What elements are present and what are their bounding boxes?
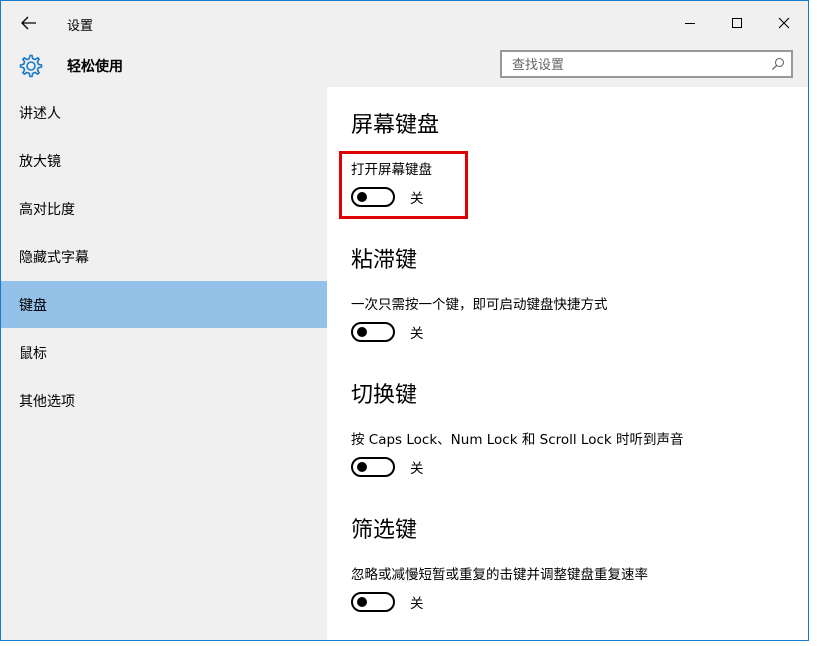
sticky-keys-section: 粘滞键 一次只需按一个键，即可启动键盘快捷方式 关 xyxy=(351,245,608,342)
on-screen-keyboard-section: 屏幕键盘 打开屏幕键盘 关 xyxy=(351,110,440,207)
toggle-knob xyxy=(357,597,367,607)
sidebar-item-label: 隐藏式字幕 xyxy=(19,249,89,266)
gear-icon xyxy=(19,54,43,78)
sidebar-item-label: 高对比度 xyxy=(19,201,75,218)
sidebar-item-closed-captions[interactable]: 隐藏式字幕 xyxy=(1,233,327,280)
section-name: 轻松使用 xyxy=(67,59,123,75)
sidebar-item-label: 鼠标 xyxy=(19,345,47,362)
sidebar-item-label: 其他选项 xyxy=(19,393,75,410)
back-button[interactable] xyxy=(9,6,49,40)
toggle-row: 关 xyxy=(351,322,424,342)
close-icon xyxy=(778,17,790,29)
toggle-knob xyxy=(357,327,367,337)
filter-keys-section: 筛选键 忽略或减慢短暂或重复的击键并调整键盘重复速率 关 xyxy=(351,515,648,612)
search-input[interactable] xyxy=(510,54,764,76)
setting-description: 一次只需按一个键，即可启动键盘快捷方式 xyxy=(351,297,608,313)
toggle-row: 关 xyxy=(351,592,424,612)
section-header: 轻松使用 xyxy=(1,45,808,87)
sticky-keys-toggle[interactable] xyxy=(351,322,395,342)
toggle-state-label: 关 xyxy=(410,461,424,477)
highlight-annotation-box xyxy=(339,151,468,219)
sidebar-item-mouse[interactable]: 鼠标 xyxy=(1,329,327,376)
section-heading: 粘滞键 xyxy=(351,248,418,273)
section-heading: 筛选键 xyxy=(351,518,418,543)
sidebar-item-high-contrast[interactable]: 高对比度 xyxy=(1,185,327,232)
sidebar-item-label: 键盘 xyxy=(19,297,47,314)
search-box[interactable] xyxy=(500,50,793,78)
section-heading: 屏幕键盘 xyxy=(351,113,440,138)
filter-keys-toggle[interactable] xyxy=(351,592,395,612)
window-title: 设置 xyxy=(67,19,94,34)
minimize-button[interactable] xyxy=(667,5,713,41)
toggle-state-label: 关 xyxy=(410,326,424,342)
toggle-state-label: 关 xyxy=(410,596,424,612)
toggle-row: 关 xyxy=(351,457,424,477)
settings-window: 设置 轻松使用 查找设置 讲述人 放大镜 高对比度 隐藏式字幕 键盘 鼠标 其他… xyxy=(0,0,809,641)
toggle-knob xyxy=(357,462,367,472)
setting-description: 按 Caps Lock、Num Lock 和 Scroll Lock 时听到声音 xyxy=(351,432,684,448)
setting-description: 忽略或减慢短暂或重复的击键并调整键盘重复速率 xyxy=(351,567,648,583)
sidebar: 讲述人 放大镜 高对比度 隐藏式字幕 键盘 鼠标 其他选项 xyxy=(1,87,327,640)
toggle-keys-toggle[interactable] xyxy=(351,457,395,477)
sidebar-item-magnifier[interactable]: 放大镜 xyxy=(1,137,327,184)
toggle-keys-section: 切换键 按 Caps Lock、Num Lock 和 Scroll Lock 时… xyxy=(351,380,684,477)
title-bar: 设置 xyxy=(1,1,808,45)
sidebar-item-label: 讲述人 xyxy=(19,105,61,122)
maximize-button[interactable] xyxy=(714,5,760,41)
minimize-icon xyxy=(685,23,695,24)
section-heading: 切换键 xyxy=(351,383,418,408)
sidebar-item-narrator[interactable]: 讲述人 xyxy=(1,89,327,136)
close-button[interactable] xyxy=(761,5,807,41)
sidebar-item-other-options[interactable]: 其他选项 xyxy=(1,377,327,424)
sidebar-item-label: 放大镜 xyxy=(19,153,61,170)
search-icon[interactable] xyxy=(771,57,785,71)
maximize-icon xyxy=(732,18,742,28)
back-arrow-icon xyxy=(21,16,36,30)
sidebar-item-keyboard[interactable]: 键盘 xyxy=(1,281,327,328)
